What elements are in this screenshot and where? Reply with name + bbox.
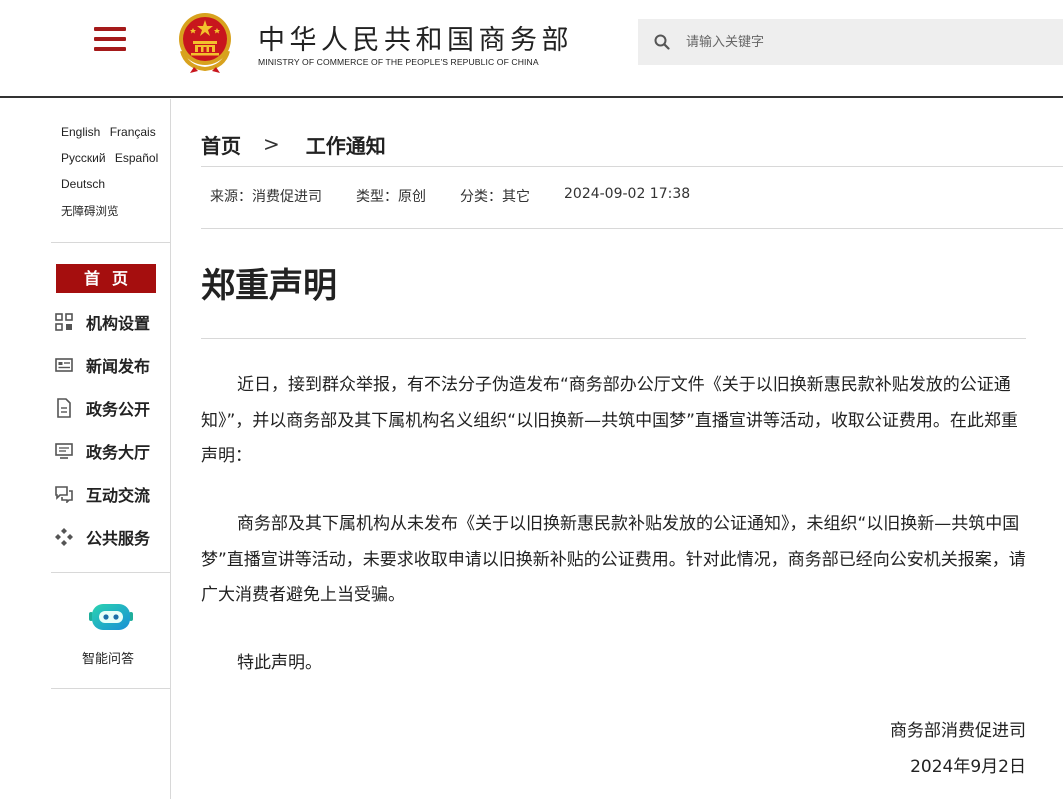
sidebar-item-label: 机构设置 (86, 314, 151, 333)
site-header: 中华人民共和国商务部 MINISTRY OF COMMERCE OF THE P… (0, 0, 1063, 98)
site-subtitle: MINISTRY OF COMMERCE OF THE PEOPLE'S REP… (258, 57, 539, 67)
sidebar: English Français Русский Español Deutsch… (51, 99, 171, 799)
lang-german-link[interactable]: Deutsch (61, 177, 105, 191)
sidebar-item-public-service[interactable]: 公共服务 (54, 524, 150, 550)
lang-spanish-link[interactable]: Español (115, 151, 158, 165)
breadcrumb: 首页 > 工作通知 (201, 130, 386, 159)
article-paragraph-3: 特此声明。 (237, 653, 322, 673)
search-input[interactable] (686, 32, 1046, 52)
article-paragraph-1: 近日，接到群众举报，有不法分子伪造发布“商务部办公厅文件《关于以旧换新惠民款补贴… (201, 375, 1018, 466)
meta-divider (201, 228, 1063, 229)
news-icon (54, 355, 74, 375)
signature-date: 2024年9月2日 (910, 757, 1026, 777)
sidebar-item-interaction[interactable]: 互动交流 (54, 481, 150, 507)
chat-icon (54, 484, 74, 504)
sidebar-item-label: 互动交流 (86, 486, 151, 505)
site-title[interactable]: 中华人民共和国商务部 (258, 18, 573, 57)
sidebar-item-news[interactable]: 新闻发布 (54, 352, 150, 378)
article-signature: 商务部消费促进司 2024年9月2日 (700, 713, 1026, 785)
breadcrumb-current[interactable]: 工作通知 (306, 130, 386, 159)
article-meta: 来源：消费促进司 类型：原创 分类：其它 2024-09-02 17:38 (210, 186, 724, 206)
sidebar-item-gov-affairs[interactable]: 政务公开 (54, 395, 150, 421)
monitor-icon (54, 441, 74, 461)
meta-category: 分类：其它 (460, 189, 530, 205)
sidebar-home-button[interactable]: 首页 (56, 264, 156, 293)
sidebar-divider (51, 572, 170, 573)
meta-datetime: 2024-09-02 17:38 (564, 186, 691, 202)
lang-french-link[interactable]: Français (110, 125, 156, 139)
search-icon[interactable] (654, 34, 670, 50)
document-icon (54, 398, 74, 418)
signature-org: 商务部消费促进司 (890, 721, 1026, 741)
lang-english-link[interactable]: English (61, 125, 100, 139)
article-title: 郑重声明 (201, 266, 337, 306)
sidebar-divider (51, 242, 170, 243)
accessibility-link[interactable]: 无障碍浏览 (61, 203, 119, 219)
menu-icon[interactable] (94, 27, 126, 55)
org-grid-icon (54, 312, 74, 332)
article-paragraph-2: 商务部及其下属机构从未发布《关于以旧换新惠民款补贴发放的公证通知》，未组织“以旧… (201, 514, 1026, 605)
chevron-right-icon: > (263, 132, 280, 156)
sidebar-item-label: 政务公开 (86, 400, 151, 419)
language-row-2: Русский Español (61, 151, 164, 165)
breadcrumb-divider (201, 166, 1063, 167)
chatbot-robot-icon[interactable] (87, 602, 135, 632)
language-row-1: English Français (61, 125, 162, 139)
sidebar-item-label: 公共服务 (86, 529, 151, 548)
title-divider (201, 338, 1026, 339)
lang-russian-link[interactable]: Русский (61, 151, 106, 165)
sidebar-item-service-hall[interactable]: 政务大厅 (54, 438, 150, 464)
chatbot-label[interactable]: 智能问答 (82, 648, 134, 667)
sidebar-item-label: 政务大厅 (86, 443, 151, 462)
national-emblem-logo[interactable] (176, 11, 234, 73)
sidebar-item-label: 新闻发布 (86, 357, 151, 376)
sidebar-item-organization[interactable]: 机构设置 (54, 309, 150, 335)
meta-source: 来源：消费促进司 (210, 189, 322, 205)
breadcrumb-home-link[interactable]: 首页 (201, 130, 241, 159)
service-icon (54, 527, 74, 547)
search-bar[interactable] (638, 19, 1063, 65)
sidebar-divider (51, 688, 170, 689)
meta-type: 类型：原创 (356, 189, 426, 205)
language-row-3: Deutsch (61, 177, 111, 191)
